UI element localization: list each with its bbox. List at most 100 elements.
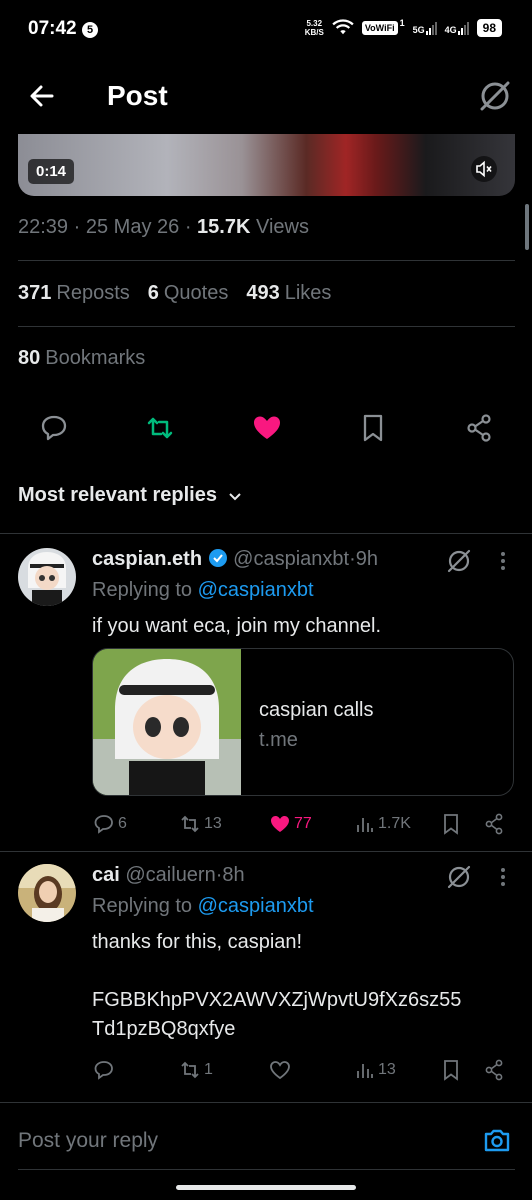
repost-icon bbox=[181, 815, 199, 833]
avatar[interactable] bbox=[18, 548, 76, 606]
display-name[interactable]: cai bbox=[92, 864, 120, 886]
quotes-stat[interactable]: 6 Quotes bbox=[148, 282, 229, 305]
repost-icon[interactable] bbox=[144, 412, 176, 444]
status-bar: 07:42 5 5.32 KB/S VoWiFi 1 5G 4G 98 bbox=[0, 0, 532, 62]
page-title: Post bbox=[107, 80, 168, 111]
views-button[interactable]: 1.7K bbox=[354, 810, 411, 838]
user-handle[interactable]: @caspianxbt bbox=[233, 548, 349, 570]
like-icon bbox=[271, 816, 289, 832]
link-card-title: caspian calls bbox=[259, 699, 374, 721]
like-icon[interactable] bbox=[251, 412, 283, 444]
view-count: 13 bbox=[378, 1061, 396, 1078]
repost-count: 13 bbox=[204, 815, 222, 832]
status-icons: 5.32 KB/S VoWiFi 1 5G 4G 98 bbox=[305, 18, 502, 37]
reply-icon[interactable] bbox=[38, 412, 70, 444]
chevron-down-icon bbox=[229, 492, 241, 500]
avatar[interactable] bbox=[18, 864, 76, 922]
reply-button[interactable] bbox=[92, 1056, 118, 1084]
replying-prefix: Replying to bbox=[92, 579, 193, 601]
reply-age: 9h bbox=[355, 548, 379, 570]
post-timestamp-views: 22:39 · 25 May 26 · 15.7K Views bbox=[18, 216, 309, 239]
more-options-icon[interactable] bbox=[500, 867, 506, 887]
reply-icon bbox=[94, 1061, 113, 1080]
separator: · bbox=[349, 548, 356, 570]
bookmarks-stat[interactable]: 80 Bookmarks bbox=[18, 347, 145, 370]
repost-count: 1 bbox=[204, 1061, 213, 1078]
back-arrow-icon[interactable] bbox=[26, 80, 58, 112]
battery-indicator: 98 bbox=[476, 19, 502, 37]
divider bbox=[18, 326, 515, 327]
reply-action-bar: 6 13 77 1.7K bbox=[92, 810, 506, 838]
home-indicator[interactable] bbox=[176, 1185, 356, 1190]
avatar-image bbox=[18, 548, 76, 606]
post-video[interactable]: 0:14 bbox=[18, 134, 515, 196]
views-button[interactable]: 13 bbox=[354, 1056, 396, 1084]
view-count: 1.7K bbox=[378, 815, 411, 832]
like-icon bbox=[270, 1061, 290, 1080]
reply-action-bar: 1 13 bbox=[92, 1056, 506, 1084]
replying-to: Replying to @caspianxbt bbox=[92, 579, 314, 602]
display-name[interactable]: caspian.eth bbox=[92, 548, 202, 570]
grok-icon[interactable] bbox=[446, 864, 472, 890]
grok-icon[interactable] bbox=[478, 79, 512, 113]
more-options-icon[interactable] bbox=[500, 551, 506, 571]
like-button[interactable] bbox=[268, 1056, 294, 1084]
reply-header: caspian.eth @caspianxbt·9h bbox=[92, 548, 378, 571]
views-icon bbox=[357, 818, 373, 832]
mute-icon[interactable] bbox=[471, 156, 497, 182]
like-count: 77 bbox=[294, 815, 312, 832]
like-button[interactable]: 77 bbox=[268, 810, 312, 838]
views-icon bbox=[357, 1064, 373, 1078]
reply-icon bbox=[94, 815, 113, 834]
quotes-count: 6 bbox=[147, 282, 159, 304]
repost-icon bbox=[181, 1061, 199, 1079]
signal-5g: 5G bbox=[413, 21, 437, 35]
bookmark-icon[interactable] bbox=[440, 1056, 462, 1084]
verified-badge-icon bbox=[208, 549, 227, 567]
notification-badge: 5 bbox=[82, 22, 98, 38]
reply-age: 8h bbox=[222, 864, 245, 886]
share-icon[interactable] bbox=[463, 412, 495, 444]
user-handle[interactable]: @cailuern bbox=[125, 864, 215, 886]
share-icon[interactable] bbox=[482, 1056, 506, 1084]
repost-button[interactable]: 13 bbox=[178, 810, 222, 838]
bookmark-icon[interactable] bbox=[357, 412, 389, 444]
likes-stat[interactable]: 493 Likes bbox=[246, 282, 331, 305]
replying-to-handle[interactable]: @caspianxbt bbox=[198, 895, 314, 917]
reply-composer: Post your reply bbox=[0, 1102, 532, 1200]
scrollbar-thumb[interactable] bbox=[525, 204, 529, 250]
reply-input[interactable]: Post your reply bbox=[18, 1129, 158, 1153]
divider bbox=[0, 851, 532, 852]
avatar-image bbox=[18, 864, 76, 922]
link-card-image bbox=[93, 649, 241, 795]
signal-bars-icon bbox=[425, 21, 437, 35]
bookmarks-count: 80 bbox=[18, 347, 41, 369]
reply-text: if you want eca, join my channel. bbox=[92, 615, 382, 637]
separator: · bbox=[73, 216, 81, 238]
vowifi-badge: VoWiFi bbox=[361, 21, 398, 35]
bookmarks-label: Bookmarks bbox=[45, 347, 146, 369]
reply-header: cai @cailuern·8h bbox=[92, 864, 245, 887]
engagement-stats: 371 Reposts 6 Quotes 493 Likes bbox=[18, 282, 331, 305]
wifi-icon bbox=[332, 19, 354, 35]
network-speed: 5.32 KB/S bbox=[305, 19, 324, 37]
replying-to: Replying to @caspianxbt bbox=[92, 895, 314, 918]
bookmark-icon[interactable] bbox=[440, 810, 462, 838]
grok-icon[interactable] bbox=[446, 548, 472, 574]
speed-unit: KB/S bbox=[304, 28, 324, 37]
reposts-label: Reposts bbox=[56, 282, 130, 304]
reposts-stat[interactable]: 371 Reposts bbox=[18, 282, 130, 305]
repost-button[interactable]: 1 bbox=[178, 1056, 213, 1084]
camera-icon[interactable] bbox=[482, 1125, 512, 1155]
share-icon[interactable] bbox=[482, 810, 506, 838]
signal-4g: 4G bbox=[445, 21, 469, 35]
divider bbox=[0, 533, 532, 534]
post-time: 22:39 bbox=[18, 216, 69, 238]
composer-underline bbox=[18, 1169, 515, 1170]
sim-indicator: 1 bbox=[399, 18, 405, 28]
link-card[interactable]: caspian calls t.me bbox=[92, 648, 514, 796]
card-thumbnail bbox=[93, 649, 241, 795]
reply-button[interactable]: 6 bbox=[92, 810, 127, 838]
reply-sort-dropdown[interactable]: Most relevant replies bbox=[18, 484, 243, 507]
replying-to-handle[interactable]: @caspianxbt bbox=[198, 579, 314, 601]
